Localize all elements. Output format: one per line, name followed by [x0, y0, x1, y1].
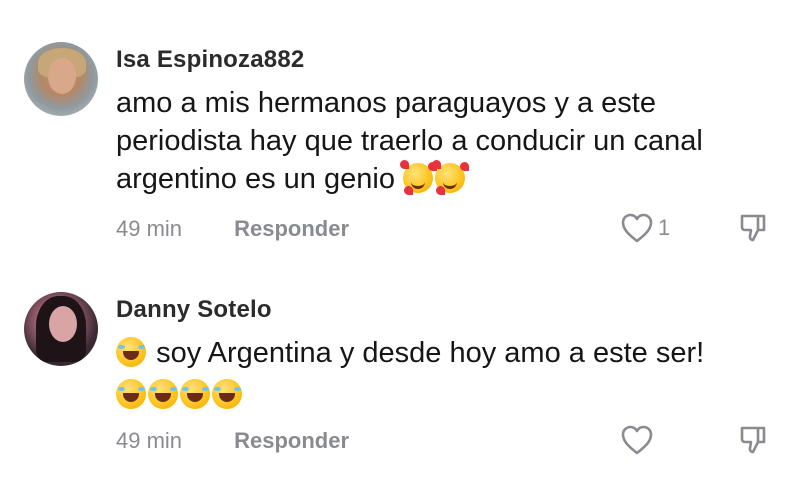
comment-text: soy Argentina y desde hoy amo a este ser… [116, 334, 776, 414]
comment-text-line: soy Argentina y desde hoy amo a este ser… [156, 337, 705, 369]
smiling-face-with-hearts-icon [432, 160, 466, 193]
like-button[interactable]: 1 [620, 212, 670, 244]
dislike-button[interactable] [737, 423, 771, 457]
comment-username[interactable]: Danny Sotelo [116, 296, 272, 324]
reply-button[interactable]: Responder [234, 428, 349, 453]
comment-text-line: periodista hay que traerlo a conducir un… [116, 125, 703, 157]
avatar[interactable] [24, 42, 98, 116]
like-button[interactable] [620, 424, 658, 456]
rolling-on-floor-laughing-icon [148, 379, 178, 409]
rolling-on-floor-laughing-icon [116, 337, 146, 367]
dislike-button[interactable] [737, 211, 771, 245]
rolling-on-floor-laughing-icon [116, 379, 146, 409]
rolling-on-floor-laughing-icon [212, 379, 242, 409]
emoji-row [116, 376, 776, 414]
comment-time: 49 min [116, 216, 183, 241]
comment-text-line: amo a mis hermanos paraguayos y a este [116, 87, 656, 119]
comment-username[interactable]: Isa Espinoza882 [116, 46, 304, 74]
thumbs-down-icon [740, 426, 766, 454]
avatar-face [49, 306, 77, 342]
thumbs-down-icon [740, 214, 766, 242]
avatar[interactable] [24, 292, 98, 366]
like-count: 1 [658, 215, 671, 240]
reply-button[interactable]: Responder [234, 216, 349, 241]
rolling-on-floor-laughing-icon [180, 379, 210, 409]
avatar-face [48, 58, 76, 94]
comment-text: amo a mis hermanos paraguayos y a este p… [116, 84, 776, 198]
comment-meta: 49 min Responder [116, 216, 349, 242]
heart-outline-icon [621, 213, 653, 243]
comment-meta: 49 min Responder [116, 428, 349, 454]
smiling-face-with-hearts-icon [400, 160, 434, 193]
comment-text-line: argentino es un genio [116, 163, 395, 195]
comment-time: 49 min [116, 428, 183, 453]
heart-outline-icon [621, 425, 653, 455]
